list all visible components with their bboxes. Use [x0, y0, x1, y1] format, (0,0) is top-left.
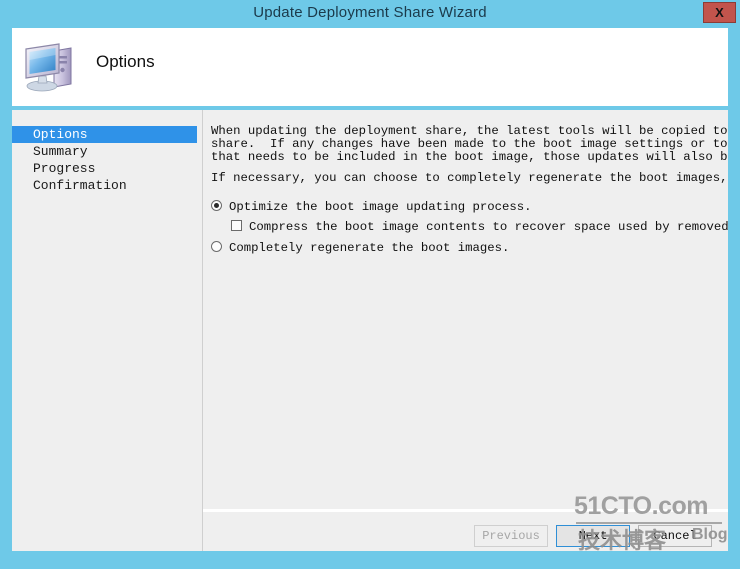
page-title: Options [96, 52, 155, 71]
checkbox-compress-icon[interactable] [231, 220, 242, 231]
window-title: Update Deployment Share Wizard [253, 4, 487, 21]
radio-regenerate-icon[interactable] [211, 241, 222, 252]
wizard-step-list: Options Summary Progress Confirmation [12, 126, 202, 194]
secondary-paragraph: If necessary, you can choose to complete… [211, 171, 728, 185]
page-header: Options [12, 28, 728, 106]
sidebar-item-options[interactable]: Options [12, 126, 197, 143]
next-button[interactable]: Next [556, 525, 630, 547]
sidebar-item-summary[interactable]: Summary [12, 143, 202, 160]
checkbox-compress-label: Compress the boot image contents to reco… [249, 220, 728, 234]
cancel-button[interactable]: Cancel [638, 525, 712, 547]
wizard-step-sidebar: Options Summary Progress Confirmation [12, 110, 202, 551]
sidebar-item-confirmation[interactable]: Confirmation [12, 177, 202, 194]
sidebar-item-progress[interactable]: Progress [12, 160, 202, 177]
computer-icon [21, 36, 83, 98]
radio-regenerate-label: Completely regenerate the boot images. [229, 241, 510, 255]
close-icon[interactable]: X [703, 2, 736, 23]
wizard-window: Update Deployment Share Wizard X Options… [0, 0, 740, 569]
title-bar: Update Deployment Share Wizard X [0, 0, 740, 26]
previous-button[interactable]: Previous [474, 525, 548, 547]
radio-optimize-icon[interactable] [211, 200, 222, 211]
radio-regenerate-row[interactable]: Completely regenerate the boot images. [211, 241, 509, 257]
footer-bar: Previous Next Cancel [203, 512, 728, 551]
radio-optimize-label: Optimize the boot image updating process… [229, 200, 532, 214]
content-panel: When updating the deployment share, the … [203, 110, 728, 551]
checkbox-compress-row[interactable]: Compress the boot image contents to reco… [231, 220, 728, 236]
intro-paragraph: When updating the deployment share, the … [211, 124, 728, 164]
radio-optimize-row[interactable]: Optimize the boot image updating process… [211, 200, 532, 216]
